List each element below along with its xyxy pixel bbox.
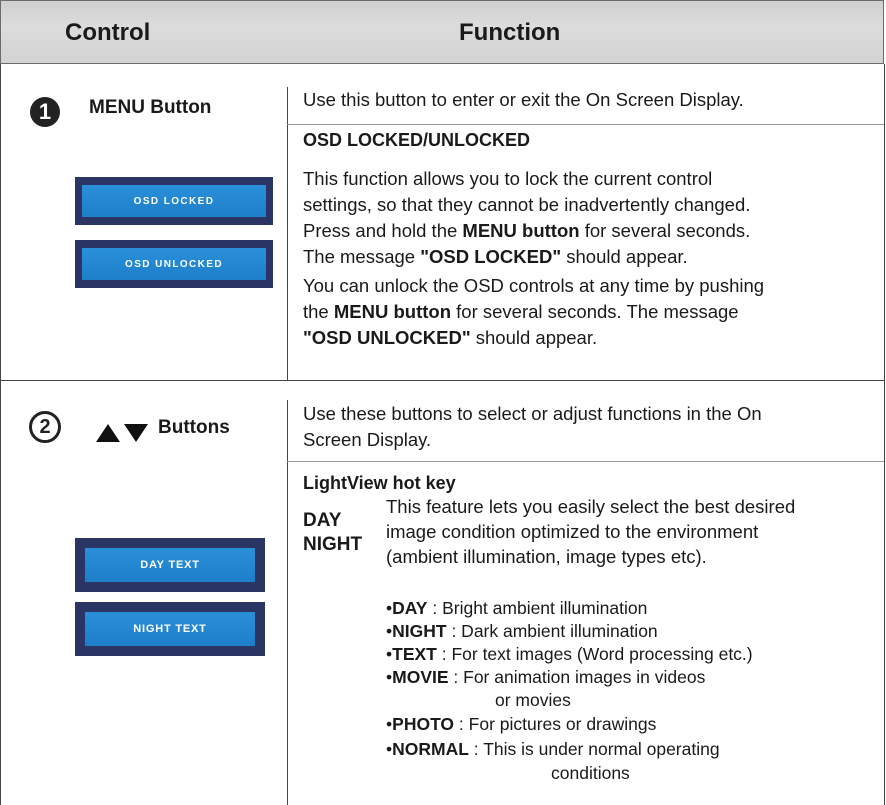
p1-line-1: This function allows you to lock the cur… [303,168,713,189]
step-2-badge: 2 [29,411,61,443]
osd-day-image: DAY TEXT [75,538,265,592]
p2-line-2: the MENU button for several seconds. The… [303,301,739,322]
row-divider-1 [287,124,884,125]
down-arrow-icon [124,424,148,442]
list-item: •DAY : Bright ambient illumination [386,598,648,618]
arrow-intro-line-2: Screen Display. [303,429,432,450]
header-function: Function [459,19,561,46]
osd-lock-paragraph-1: This function allows you to lock the cur… [303,166,750,270]
mode-day: DAY [303,510,342,531]
table-left-border [0,64,1,805]
osd-night-image: NIGHT TEXT [75,602,265,656]
menu-button-label: MENU Button [89,97,212,118]
lightview-description: This feature lets you easily select the … [386,494,795,569]
list-item: •NORMAL : This is under normal operating [386,739,720,759]
list-item: •PHOTO : For pictures or drawings [386,714,657,734]
desc-line-1: This feature lets you easily select the … [386,496,796,517]
list-item-continuation: conditions [551,763,630,783]
list-item-continuation: or movies [495,690,571,710]
mode-night: NIGHT [303,534,363,555]
row-divider-2 [287,461,884,462]
column-divider-1 [287,87,288,380]
p2-line-1: You can unlock the OSD controls at any t… [303,275,765,296]
list-item: •TEXT : For text images (Word processing… [386,644,753,664]
osd-locked-image: OSD LOCKED [75,177,273,225]
up-arrow-icon [96,424,120,442]
manual-page: Control Function 1 MENU Button OSD LOCKE… [0,0,886,805]
osd-night-text: NIGHT TEXT [85,612,255,646]
osd-lock-heading: OSD LOCKED/UNLOCKED [303,130,531,150]
menu-intro: Use this button to enter or exit the On … [303,89,744,110]
osd-lock-paragraph-2: You can unlock the OSD controls at any t… [303,273,764,351]
p2-line-3: "OSD UNLOCKED" should appear. [303,327,598,348]
p1-line-3: Press and hold the MENU button for sever… [303,220,751,241]
header-control: Control [65,19,151,46]
osd-unlocked-image: OSD UNLOCKED [75,240,273,288]
osd-locked-text: OSD LOCKED [82,185,266,217]
table-header: Control Function [0,0,884,64]
osd-unlocked-text: OSD UNLOCKED [82,248,266,280]
list-item: •MOVIE : For animation images in videos [386,667,706,687]
arrow-buttons-label: Buttons [158,417,230,438]
osd-day-text: DAY TEXT [85,548,255,582]
section-divider [0,380,885,381]
p1-line-2: settings, so that they cannot be inadver… [303,194,751,215]
desc-line-2: image condition optimized to the environ… [386,521,759,542]
lightview-heading: LightView hot key [303,473,456,493]
arrow-intro: Use these buttons to select or adjust fu… [303,401,762,453]
list-item: •NIGHT : Dark ambient illumination [386,621,658,641]
table-right-border [884,64,885,805]
arrow-intro-line-1: Use these buttons to select or adjust fu… [303,403,762,424]
desc-line-3: (ambient illumination, image types etc). [386,546,707,567]
step-1-badge: 1 [30,97,60,127]
p1-line-4: The message "OSD LOCKED" should appear. [303,246,688,267]
